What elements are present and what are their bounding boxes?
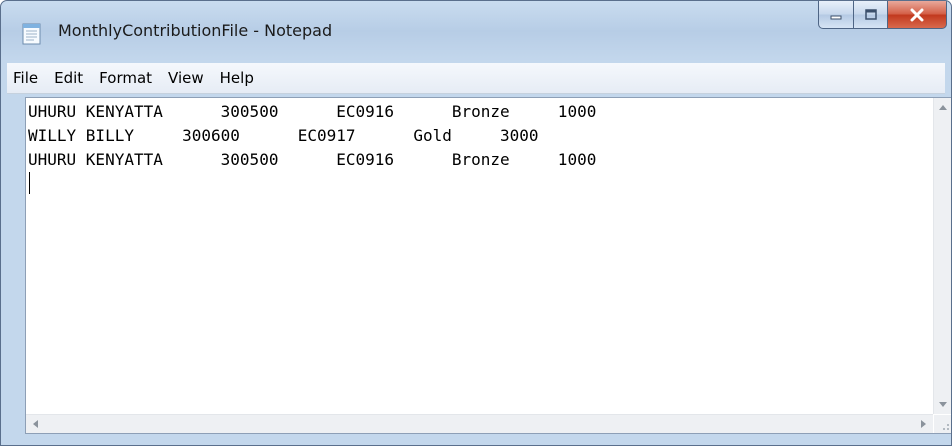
scroll-left-arrow-icon[interactable] xyxy=(33,420,38,428)
scroll-up-arrow-icon[interactable] xyxy=(939,105,947,110)
horizontal-scrollbar[interactable] xyxy=(26,414,933,433)
resize-grip-icon[interactable] xyxy=(934,415,951,433)
close-icon xyxy=(910,8,924,21)
notepad-window: MonthlyContributionFile - Notepad File E… xyxy=(0,0,952,446)
text-editor[interactable]: UHURU KENYATTA 300500 EC0916 Bronze 1000… xyxy=(26,98,933,414)
menu-help[interactable]: Help xyxy=(212,65,262,91)
text-line-2: WILLY BILLY 300600 EC0917 Gold 3000 xyxy=(28,126,539,145)
menu-bar: File Edit Format View Help xyxy=(7,63,945,94)
scroll-right-arrow-icon[interactable] xyxy=(921,420,926,428)
text-line-3: UHURU KENYATTA 300500 EC0916 Bronze 1000 xyxy=(28,150,597,169)
maximize-button[interactable] xyxy=(854,1,888,29)
window-title: MonthlyContributionFile - Notepad xyxy=(58,21,333,40)
minimize-button[interactable] xyxy=(818,1,854,29)
notepad-icon[interactable] xyxy=(21,21,43,45)
editor-area: UHURU KENYATTA 300500 EC0916 Bronze 1000… xyxy=(25,97,951,434)
menu-view[interactable]: View xyxy=(160,65,212,91)
maximize-icon xyxy=(864,8,877,20)
menu-file[interactable]: File xyxy=(7,65,46,91)
caption-buttons xyxy=(818,1,947,29)
text-line-1: UHURU KENYATTA 300500 EC0916 Bronze 1000 xyxy=(28,102,597,121)
text-caret xyxy=(29,172,30,194)
menu-format[interactable]: Format xyxy=(91,65,160,91)
vertical-scrollbar[interactable] xyxy=(933,98,951,414)
minimize-icon xyxy=(830,15,842,19)
close-button[interactable] xyxy=(888,1,947,29)
title-bar[interactable]: MonthlyContributionFile - Notepad xyxy=(1,1,951,61)
scroll-down-arrow-icon[interactable] xyxy=(939,402,947,407)
menu-edit[interactable]: Edit xyxy=(46,65,91,91)
